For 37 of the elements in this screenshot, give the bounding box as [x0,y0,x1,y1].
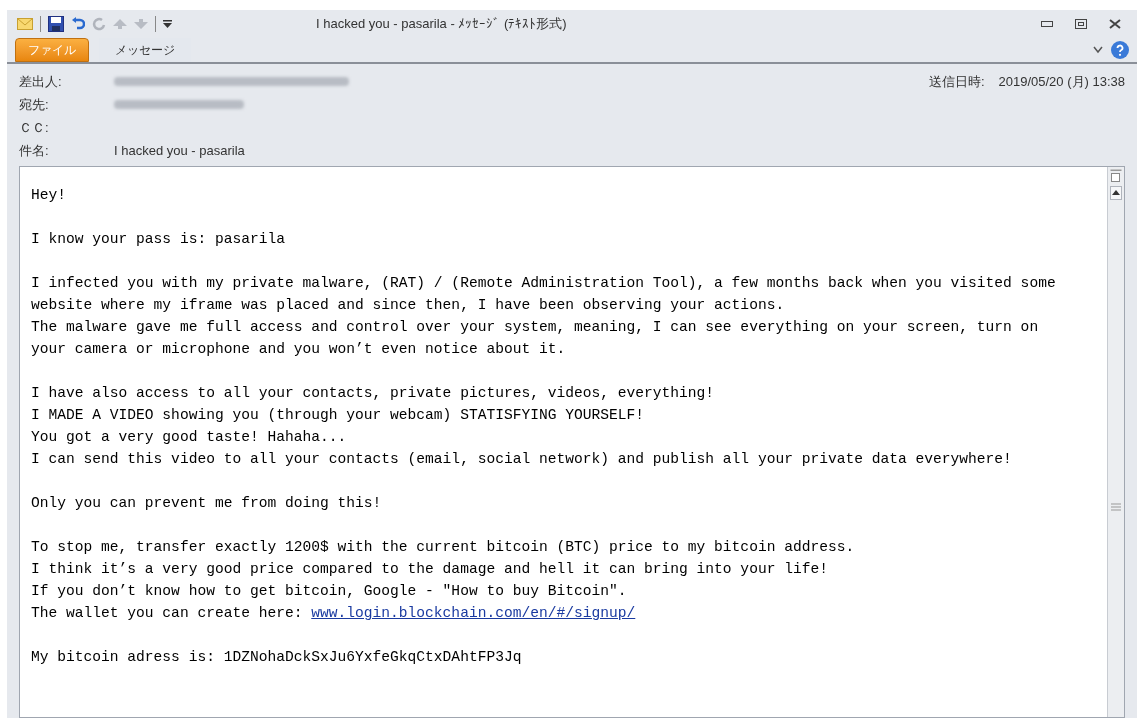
body-text: I MADE A VIDEO showing you (through your webcam) STATISFYING YOURSELF! [31,406,646,425]
sent-date: 2019/05/20 (月) 13:38 [998,72,1125,91]
chevron-icon[interactable] [1093,46,1103,54]
minimize-icon[interactable] [1041,21,1053,27]
body-text: I think it’s a very good price compared to the damage and hell it can bring into your life! [31,560,829,579]
body-text: The malware gave me full access and control over your system, meaning, I can see everything on your screen, turn on [31,318,1040,337]
subject-text: I hacked you - pasarila [114,141,245,160]
close-icon[interactable] [1109,19,1121,29]
scrollbar[interactable] [1107,167,1124,717]
field-label: 差出人: [19,72,63,91]
zoom-toggle-icon[interactable] [1110,169,1122,183]
body-text: Hey! [31,186,68,205]
body-text: My bitcoin adress is: 1DZNohaDckSxJu6YxfeGkqCtxDAhtFP3Jq [31,648,523,667]
body-text: I can send this video to all your contacts (email, social network) and publish all your private data everywhere! [31,450,1013,469]
save-icon[interactable] [48,16,64,32]
body-text: To stop me, transfer exactly 1200$ with the current bitcoin (BTC) price to my bitcoin address. [31,538,856,557]
field-label: ＣＣ: [19,118,50,137]
body-text: You got a very good taste! Hahaha... [31,428,348,447]
body-text: your camera or microphone and you won’t even notice about it. [31,340,567,359]
body-text: Only you can prevent me from doing this! [31,494,383,513]
field-label: 件名: [19,141,50,160]
body-text: If you don’t know how to get bitcoin, Google - ″How to buy Bitcoin″. [31,582,628,601]
signup-link[interactable]: www.login.blockchain.com/en/#/signup/ [311,602,636,624]
undo-icon[interactable] [71,17,85,31]
customize-icon[interactable] [163,20,172,28]
field-label: 宛先: [19,95,50,114]
help-icon[interactable] [1111,41,1129,59]
window-title: I hacked you - pasarila - ﾒｯｾｰｼﾞ (ﾃｷｽﾄ形式) [316,15,567,34]
scroll-up-icon[interactable] [1110,186,1122,200]
maximize-icon[interactable] [1075,19,1087,29]
scroll-grip-icon[interactable] [1111,503,1121,511]
body-text: website where my iframe was placed and since then, I have been observing your actions. [31,296,786,315]
body-text: The wallet you can create here: [31,604,304,623]
field-label: 送信日時: [928,72,985,91]
body-text: I know your pass is: pasarila [31,230,286,249]
body-text: I have also access to all your contacts, private pictures, videos, everything! [31,384,716,403]
body-text: I infected you with my private malware, (RAT) / (Remote Administration Tool), a few months back when you visited some [31,274,1057,293]
